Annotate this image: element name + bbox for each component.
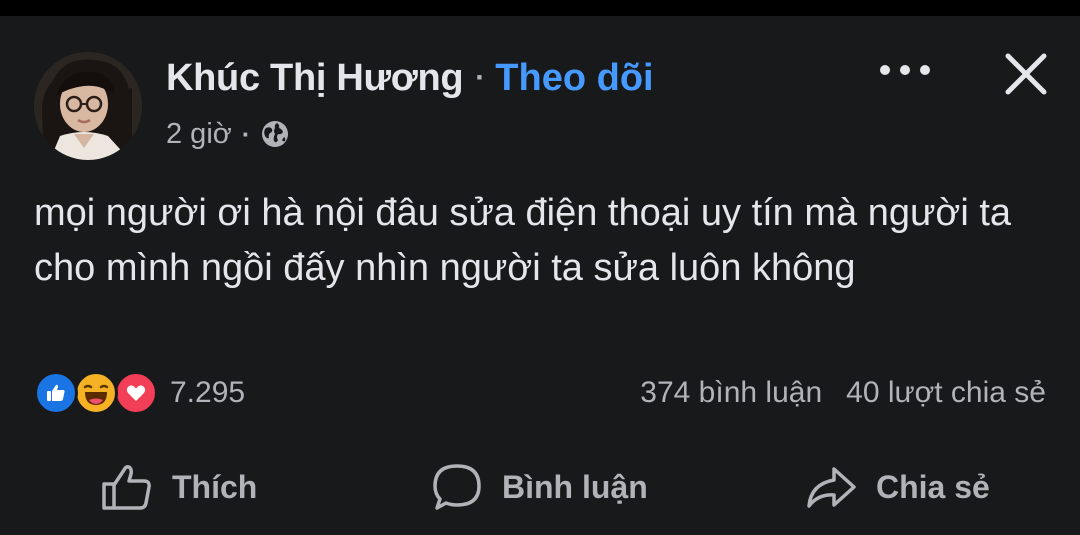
status-bar-strip <box>0 0 1080 16</box>
post-body-text: mọi người ơi hà nội đâu sửa điện thoại u… <box>34 192 1012 289</box>
reaction-summary[interactable]: 7.295 <box>34 370 245 416</box>
love-reaction-icon <box>114 371 158 415</box>
comment-count-link[interactable]: 374 bình luận <box>640 376 822 410</box>
author-name[interactable]: Khúc Thị Hương <box>166 57 464 100</box>
meta-separator-dot: · <box>241 118 251 149</box>
like-reaction-icon <box>34 371 78 415</box>
post-card: Khúc Thị Hương · Theo dõi 2 giờ · mọi ng… <box>0 16 1080 535</box>
share-label: Chia sẻ <box>876 468 990 505</box>
share-arrow-icon <box>807 467 856 508</box>
reaction-count: 7.295 <box>170 376 246 409</box>
globe-icon <box>260 119 290 149</box>
action-bar: Thích Bình luận Chia sẻ <box>0 442 1080 532</box>
avatar-photo <box>34 52 142 160</box>
share-button[interactable]: Chia sẻ <box>804 442 990 532</box>
more-options-button[interactable] <box>872 42 938 98</box>
close-button[interactable] <box>996 44 1056 104</box>
more-dots-icon <box>880 65 930 75</box>
post-timestamp[interactable]: 2 giờ <box>166 118 232 151</box>
share-count-link[interactable]: 40 lượt chia sẻ <box>846 376 1046 410</box>
close-icon <box>1005 53 1047 95</box>
avatar[interactable] <box>34 52 142 160</box>
author-line: Khúc Thị Hương · Theo dõi <box>166 56 654 100</box>
comment-bubble-icon <box>433 464 481 510</box>
comment-button[interactable]: Bình luận <box>430 442 648 532</box>
like-label: Thích <box>172 468 258 505</box>
follow-button[interactable]: Theo dõi <box>495 57 653 100</box>
engagement-stats: 374 bình luận 40 lượt chia sẻ <box>640 370 1046 416</box>
like-button[interactable]: Thích <box>100 442 257 532</box>
separator-dot: · <box>475 61 486 94</box>
thumbs-up-icon <box>102 465 151 510</box>
post-meta: 2 giờ · <box>166 116 290 152</box>
haha-reaction-icon <box>74 371 118 415</box>
comment-label: Bình luận <box>502 468 648 505</box>
